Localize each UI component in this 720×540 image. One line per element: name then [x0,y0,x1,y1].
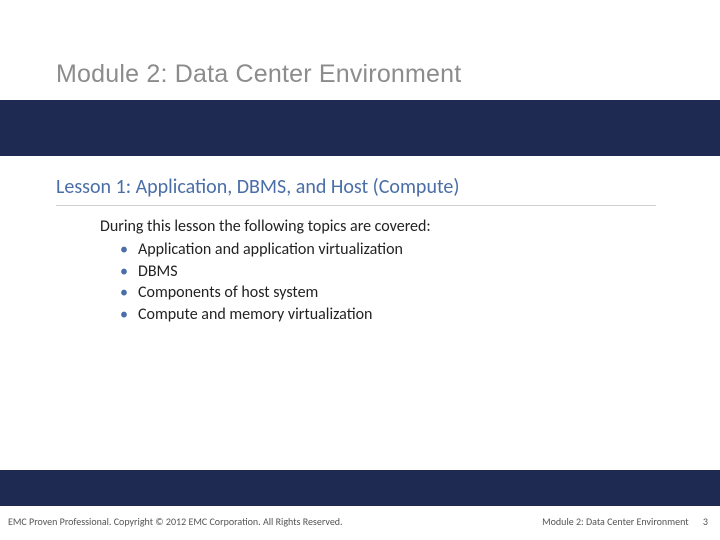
list-item: • Compute and memory virtualization [120,304,403,326]
footer-right: Module 2: Data Center Environment 3 [542,515,708,528]
list-item: • Components of host system [120,282,403,304]
footer-copyright: EMC Proven Professional. Copyright © 201… [8,515,343,528]
decorative-band-top [0,100,720,156]
lesson-bullets: • Application and application virtualiza… [120,239,403,325]
bullet-text: DBMS [138,261,178,283]
lesson-title: Lesson 1: Application, DBMS, and Host (C… [56,175,656,206]
bullet-icon: • [120,282,128,304]
decorative-band-bottom [0,470,720,506]
bullet-icon: • [120,239,128,261]
lesson-intro: During this lesson the following topics … [100,217,431,236]
list-item: • Application and application virtualiza… [120,239,403,261]
module-title: Module 2: Data Center Environment [56,60,461,89]
bullet-text: Components of host system [138,282,318,304]
list-item: • DBMS [120,261,403,283]
slide: Module 2: Data Center Environment Lesson… [0,0,720,540]
page-number: 3 [703,515,708,528]
bullet-text: Compute and memory virtualization [138,304,372,326]
footer-module-label: Module 2: Data Center Environment [542,515,689,528]
bullet-icon: • [120,261,128,283]
bullet-text: Application and application virtualizati… [138,239,403,261]
bullet-icon: • [120,304,128,326]
